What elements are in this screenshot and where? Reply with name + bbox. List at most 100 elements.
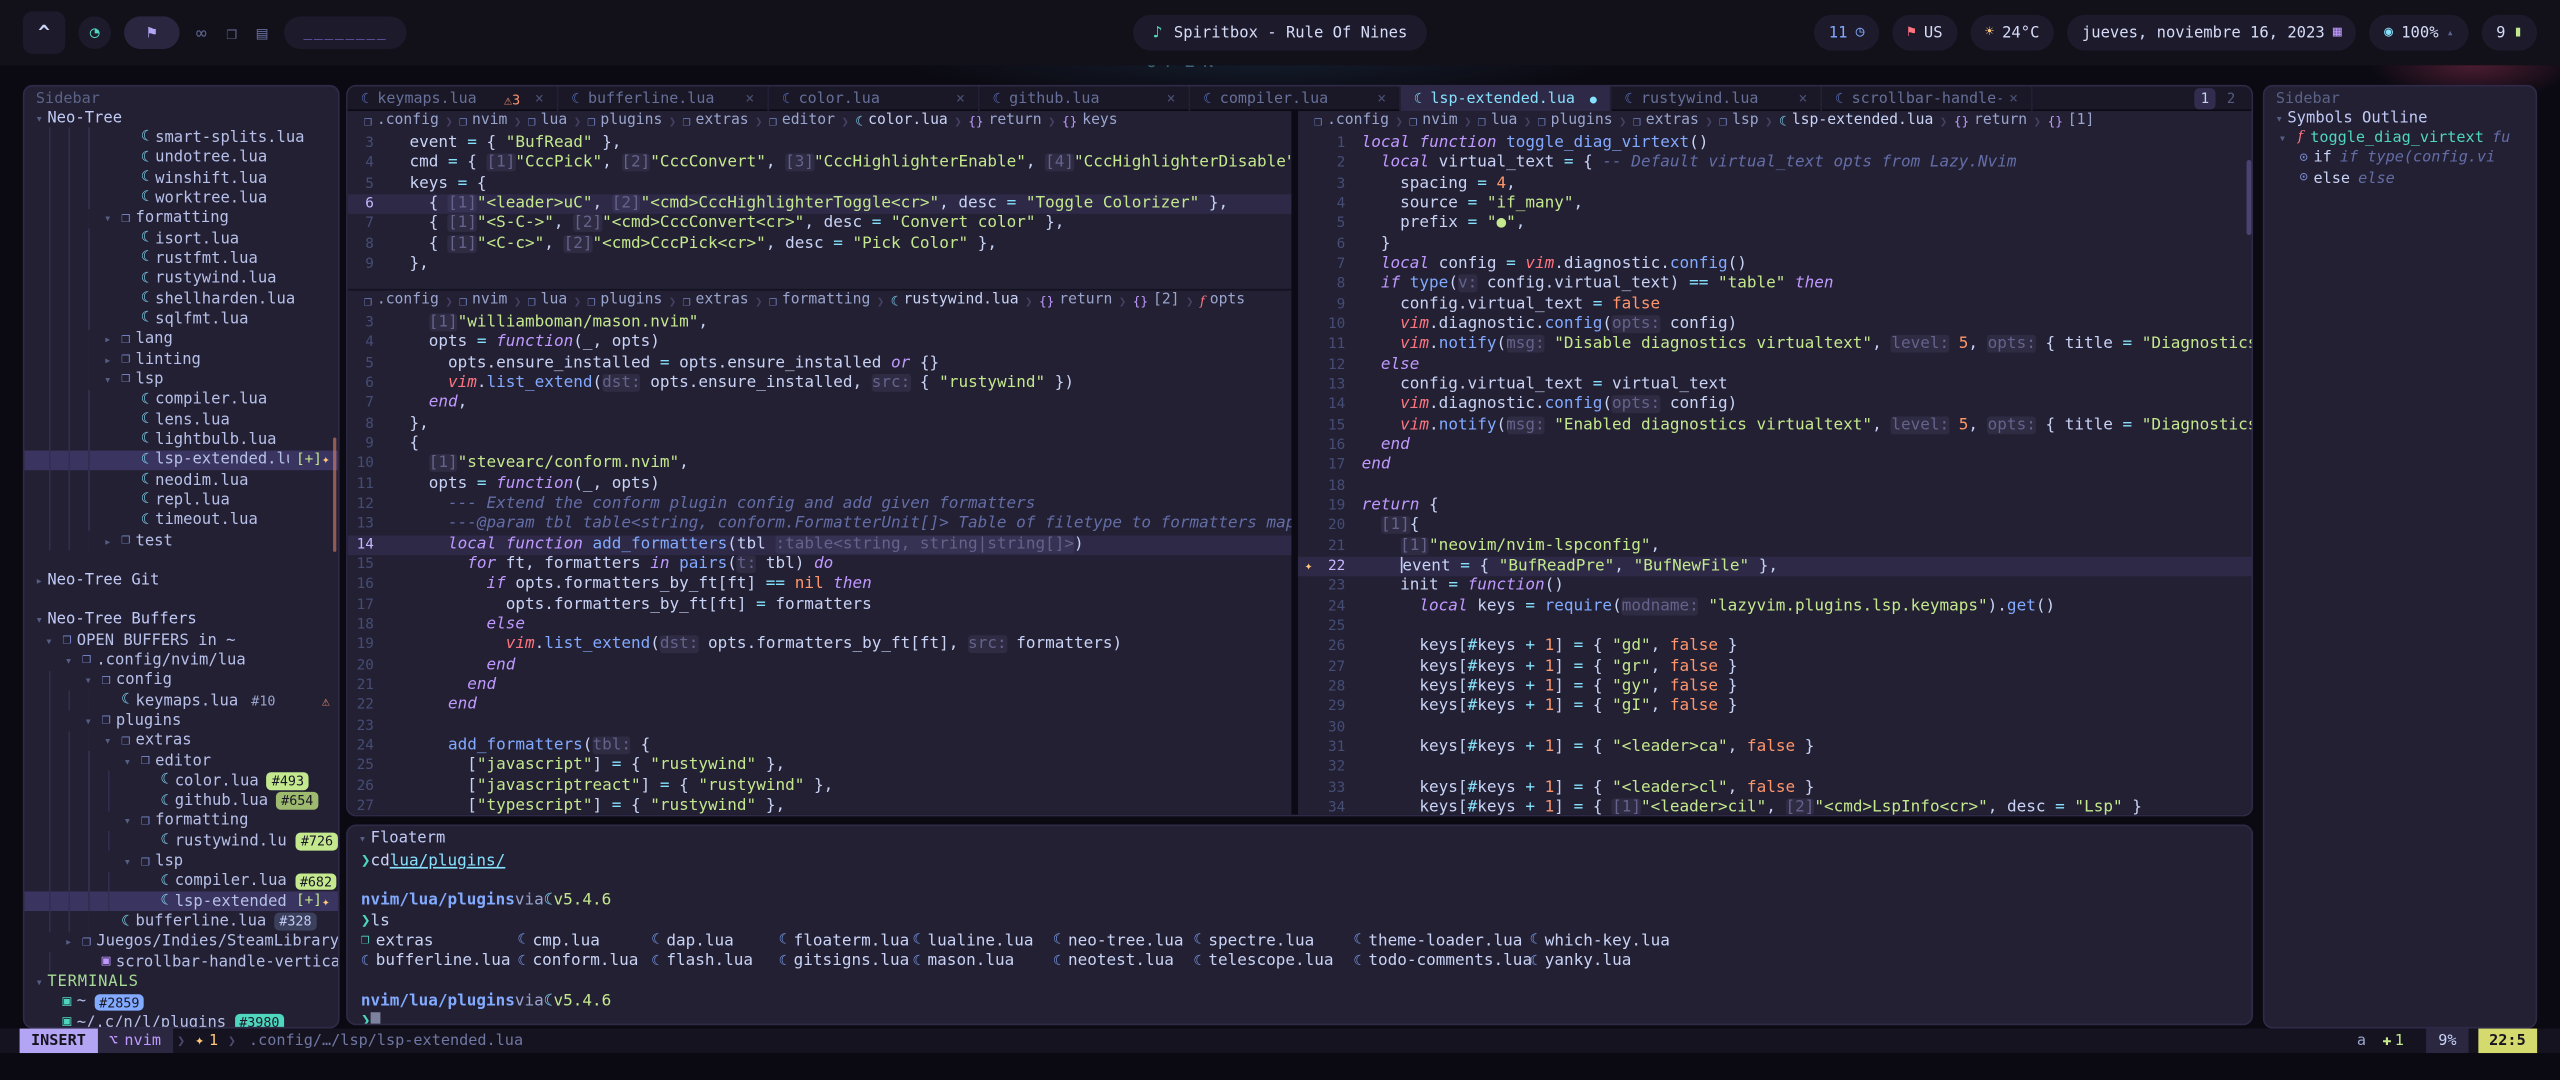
breadcrumb-item[interactable]: {}keys	[1062, 113, 1118, 129]
breadcrumb-item[interactable]: ❒extras	[683, 113, 749, 129]
tree-item-rustfmt-lua[interactable]: ☾rustfmt.lua	[24, 249, 337, 269]
tree-item-keymaps-lua[interactable]: ☾keymaps.lua#10⚠	[24, 690, 337, 710]
code-line-31[interactable]: 31 keys[#keys + 1] = { "<leader>ca", fal…	[1298, 738, 2253, 758]
tab-color-lua[interactable]: ☾color.lua×	[769, 87, 980, 111]
code-line-12[interactable]: 12 --- Extend the conform plugin config …	[348, 495, 1292, 515]
breadcrumb-item[interactable]: ❒nvim	[459, 113, 507, 129]
breadcrumb-item[interactable]: ❒extras	[1633, 113, 1699, 129]
breadcrumb-item[interactable]: ❒extras	[683, 292, 749, 308]
tab-keymaps-lua[interactable]: ☾keymaps.lua⚠3×	[348, 87, 559, 111]
code-line-21[interactable]: 21 [1]"neovim/nvim-lspconfig",	[1298, 536, 2253, 556]
breadcrumb-item[interactable]: {}[1]	[2048, 113, 2095, 129]
code-line-19[interactable]: 19return {	[1298, 496, 2253, 516]
code-line-10[interactable]: 10 [1]"stevearc/conform.nvim",	[348, 454, 1292, 474]
git-branch-segment[interactable]: ⌥ nvim	[97, 1029, 172, 1053]
tree-item-open-buffers-in[interactable]: ▾❒OPEN BUFFERS in ~	[24, 630, 337, 650]
tree-item-lsp[interactable]: ▾❒lsp	[24, 369, 337, 389]
tree-item-rustywind-lua[interactable]: ☾rustywind.lua#726	[24, 831, 337, 851]
code-line-26[interactable]: 26 ["javascriptreact"] = { "rustywind" }…	[348, 776, 1292, 796]
tab-scrollbar-handle[interactable]: ☾scrollbar-handle-…×	[1822, 87, 2033, 111]
code-line-10[interactable]: 10 vim.diagnostic.config(opts: config)	[1298, 315, 2253, 335]
close-icon[interactable]: ×	[1377, 91, 1386, 107]
tree-item-linting[interactable]: ▸❒linting	[24, 349, 337, 369]
close-icon[interactable]: ×	[535, 91, 544, 107]
tree-item-bufferline-lua[interactable]: ☾bufferline.lua#328	[24, 912, 337, 932]
tree-item-config[interactable]: ▾❒config	[24, 670, 337, 690]
quick-toggle-button[interactable]: ◔	[78, 16, 111, 49]
code-line-17[interactable]: 17 opts.formatters_by_ft[ft] = formatter…	[348, 595, 1292, 615]
tree-item-neodim-lua[interactable]: ☾neodim.lua	[24, 470, 337, 490]
breadcrumb-item[interactable]: ☾color.lua	[855, 113, 947, 129]
tabpage-1[interactable]: 1	[2194, 88, 2215, 109]
code-line-9[interactable]: 9 config.virtual_text = false	[1298, 295, 2253, 315]
breadcrumb-item[interactable]: ☾rustywind.lua	[891, 292, 1019, 308]
tree-item-lsp-extended-lu[interactable]: ☾lsp-extended.lu[+]✦	[24, 892, 337, 912]
code-line-23[interactable]: 23 init = function()	[1298, 577, 2253, 597]
code-line-9[interactable]: 9 {	[348, 434, 1292, 454]
code-line-27[interactable]: 27 keys[#keys + 1] = { "gr", false }	[1298, 657, 2253, 677]
code-line-6[interactable]: 6 vim.list_extend(dst: opts.ensure_insta…	[348, 374, 1292, 394]
tree-item-worktree-lua[interactable]: ☾worktree.lua	[24, 188, 337, 208]
tag-list-widget[interactable]: ________	[284, 16, 407, 49]
symbol-else[interactable]: ⊙elseelse	[2264, 168, 2535, 188]
tree-item-lsp[interactable]: ▾❒lsp	[24, 851, 337, 871]
tree-item-color-lua[interactable]: ☾color.lua#493	[24, 771, 337, 791]
code-line-28[interactable]: 28 keys[#keys + 1] = { "gy", false }	[1298, 677, 2253, 697]
file-icon[interactable]: ▤	[253, 22, 270, 43]
code-line-11[interactable]: 11 opts = function(_, opts)	[348, 474, 1292, 494]
code-line-8[interactable]: 8 { [1]"<C-c>", [2]"<cmd>CccPick<cr>", d…	[348, 235, 1292, 255]
code-line-6[interactable]: 6 { [1]"<leader>uC", [2]"<cmd>CccHighlig…	[348, 194, 1292, 214]
breadcrumb-item[interactable]: ❒nvim	[459, 292, 507, 308]
tree-item-lens-lua[interactable]: ☾lens.lua	[24, 410, 337, 430]
code-area[interactable]: 3 [1]"williamboman/mason.nvim",4 opts = …	[348, 310, 1292, 816]
terminal-body[interactable]: ❯ cd lua/plugins/ nvim/lua/plugins via ☾…	[348, 849, 2252, 1025]
code-line-22[interactable]: ✦22 event = { "BufReadPre", "BufNewFile"…	[1298, 557, 2253, 577]
code-line-17[interactable]: 17end	[1298, 456, 2253, 476]
code-line-22[interactable]: 22 end	[348, 696, 1292, 716]
breadcrumb-item[interactable]: ❒.config	[364, 113, 439, 129]
tree-item-github-lua[interactable]: ☾github.lua#654	[24, 791, 337, 811]
now-playing-widget[interactable]: ♪ Spiritbox - Rule Of Nines	[1133, 15, 1427, 51]
breadcrumb-item[interactable]: ❒lua	[1478, 113, 1517, 129]
breadcrumb-item[interactable]: {}return	[968, 113, 1041, 129]
breadcrumb-item[interactable]: {}return	[1039, 292, 1112, 308]
breadcrumb-item[interactable]: ❒lsp	[1719, 113, 1758, 129]
code-line-5[interactable]: 5 opts.ensure_installed = opts.ensure_in…	[348, 354, 1292, 374]
breadcrumb-item[interactable]: ❒.config	[364, 292, 439, 308]
tree-item-c-n-l-plugins[interactable]: ▣~/.c/n/l/plugins#3980	[24, 1012, 337, 1028]
section-header-neo-tree-buffers[interactable]: ▾Neo-Tree Buffers	[24, 610, 337, 630]
code-line-11[interactable]: 11 vim.notify(msg: "Disable diagnostics …	[1298, 335, 2253, 355]
tree-item-compiler-lua[interactable]: ☾compiler.lua	[24, 390, 337, 410]
tree-item-lsp-extended-lu[interactable]: ☾lsp-extended.lu[+]✦	[24, 450, 337, 470]
volume-widget[interactable]: ◉100%▴	[2369, 15, 2468, 51]
code-line-4[interactable]: 4 opts = function(_, opts)	[348, 334, 1292, 354]
code-line-15[interactable]: 15 for ft, formatters in pairs(t: tbl) d…	[348, 555, 1292, 575]
code-line-13[interactable]: 13 ---@param tbl table<string, conform.F…	[348, 515, 1292, 535]
breadcrumb-item[interactable]: ❒plugins	[1538, 113, 1613, 129]
tree-item-undotree-lua[interactable]: ☾undotree.lua	[24, 148, 337, 168]
terminal-header[interactable]: ▾ Floaterm	[348, 826, 2252, 849]
code-line-20[interactable]: 20 [1]{	[1298, 516, 2253, 536]
tree-item-repl-lua[interactable]: ☾repl.lua	[24, 490, 337, 510]
symbol-toggle-diag-virtext[interactable]: ▾ftoggle_diag_virtextfu	[2264, 128, 2535, 148]
tree-item-scrollbar-handle-vertical-p[interactable]: ▣scrollbar-handle-vertical.p	[24, 952, 337, 972]
tab-bufferline-lua[interactable]: ☾bufferline.lua×	[558, 87, 769, 111]
code-line-3[interactable]: 3 event = { "BufRead" },	[348, 134, 1292, 154]
date-widget[interactable]: jueves, noviembre 16, 2023▦	[2067, 15, 2356, 51]
window-count-widget[interactable]: 11◷	[1814, 15, 1879, 51]
code-line-25[interactable]: 25	[1298, 617, 2253, 637]
close-icon[interactable]: ×	[956, 91, 965, 107]
code-area[interactable]: 1local function toggle_diag_virtext()2 l…	[1298, 131, 2253, 817]
code-line-27[interactable]: 27 ["typescript"] = { "rustywind" },	[348, 797, 1292, 817]
code-line-5[interactable]: 5 prefix = "●",	[1298, 214, 2253, 234]
code-line-7[interactable]: 7 end,	[348, 394, 1292, 414]
tree-item-winshift-lua[interactable]: ☾winshift.lua	[24, 168, 337, 188]
layout-flag-button[interactable]: ⚑	[124, 16, 180, 49]
tabpage-2[interactable]: 2	[2220, 88, 2241, 109]
section-header-neo-tree-git[interactable]: ▸Neo-Tree Git	[24, 570, 337, 590]
tab-github-lua[interactable]: ☾github.lua×	[980, 87, 1191, 111]
code-area[interactable]: 3 event = { "BufRead" },4 cmd = { [1]"Cc…	[348, 131, 1292, 275]
battery-widget[interactable]: 9▮	[2481, 15, 2537, 51]
close-icon[interactable]: ×	[745, 91, 754, 107]
code-line-30[interactable]: 30	[1298, 718, 2253, 738]
